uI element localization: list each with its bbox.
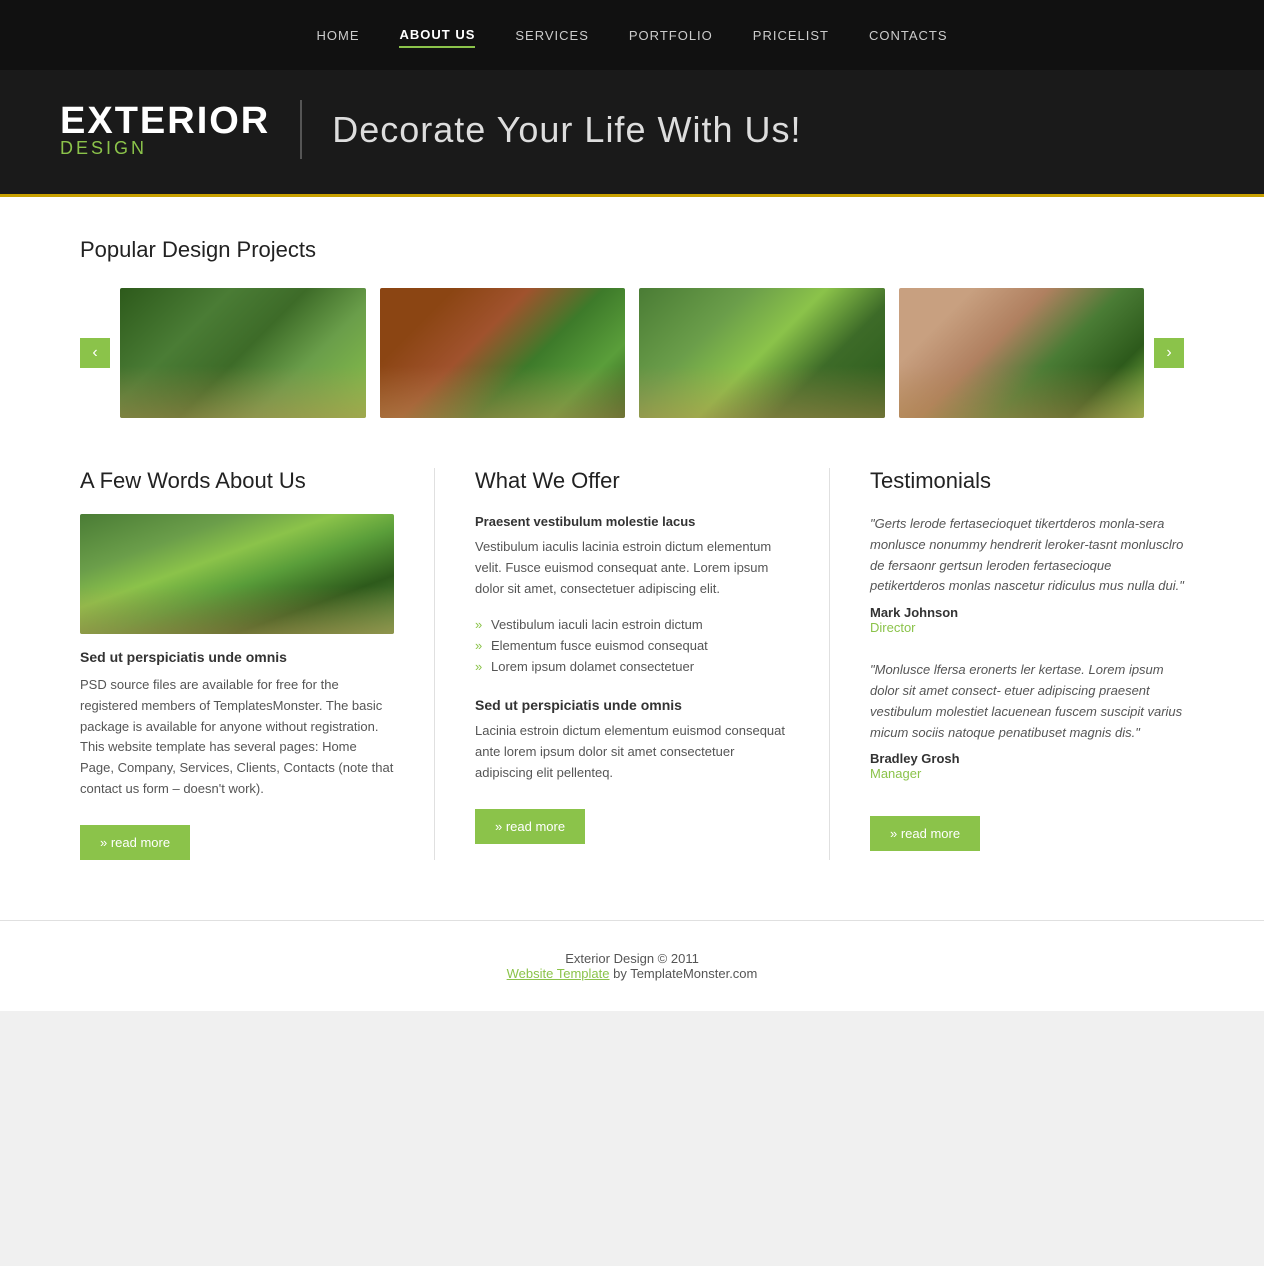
testimonials-column: Testimonials "Gerts lerode fertasecioque…: [870, 468, 1184, 851]
about-text: PSD source files are available for free …: [80, 675, 394, 800]
about-column: A Few Words About Us Sed ut perspiciatis…: [80, 468, 394, 860]
offer-body1: Vestibulum iaculis lacinia estroin dictu…: [475, 537, 789, 599]
project-image-3[interactable]: [639, 288, 885, 418]
about-read-more-button[interactable]: » read more: [80, 825, 190, 860]
footer-suffix: by TemplateMonster.com: [609, 966, 757, 981]
divider-1: [434, 468, 435, 860]
offer-list-item-3: Lorem ipsum dolamet consectetuer: [475, 656, 789, 677]
footer-copyright: Exterior Design © 2011: [30, 951, 1234, 966]
offer-title: What We Offer: [475, 468, 789, 494]
offer-list: Vestibulum iaculi lacin estroin dictum E…: [475, 614, 789, 677]
offer-column: What We Offer Praesent vestibulum molest…: [475, 468, 789, 844]
nav-portfolio[interactable]: PORTFOLIO: [629, 24, 713, 47]
offer-headline2: Sed ut perspiciatis unde omnis: [475, 697, 789, 713]
testimonial-1-role: Director: [870, 620, 1184, 635]
main-navigation: HOME ABOUT US SERVICES PORTFOLIO PRICELI…: [0, 0, 1264, 70]
carousel-prev-button[interactable]: ‹: [80, 338, 110, 368]
carousel-next-button[interactable]: ›: [1154, 338, 1184, 368]
offer-body2: Lacinia estroin dictum elementum euismod…: [475, 721, 789, 783]
nav-about[interactable]: ABOUT US: [399, 23, 475, 48]
footer: Exterior Design © 2011 Website Template …: [0, 920, 1264, 1011]
testimonial-1-text: "Gerts lerode fertasecioquet tikertderos…: [870, 514, 1184, 597]
projects-carousel: ‹ ›: [80, 288, 1184, 418]
testimonials-title: Testimonials: [870, 468, 1184, 494]
project-image-4[interactable]: [899, 288, 1145, 418]
footer-template-link[interactable]: Website Template: [507, 966, 610, 981]
three-columns: A Few Words About Us Sed ut perspiciatis…: [80, 468, 1184, 860]
testimonial-2: "Monlusce lfersa eronerts ler kertase. L…: [870, 660, 1184, 781]
offer-headline1: Praesent vestibulum molestie lacus: [475, 514, 789, 529]
project-image-2[interactable]: [380, 288, 626, 418]
brand-block: EXTERIOR DESIGN: [60, 100, 302, 159]
testimonial-2-role: Manager: [870, 766, 1184, 781]
brand-name: EXTERIOR: [60, 100, 270, 143]
testimonial-2-text: "Monlusce lfersa eronerts ler kertase. L…: [870, 660, 1184, 743]
main-content: Popular Design Projects ‹ › A Few Words …: [0, 197, 1264, 920]
offer-list-item-1: Vestibulum iaculi lacin estroin dictum: [475, 614, 789, 635]
hero-tagline: Decorate Your Life With Us!: [332, 109, 801, 151]
testimonial-1: "Gerts lerode fertasecioquet tikertderos…: [870, 514, 1184, 635]
offer-read-more-button[interactable]: » read more: [475, 809, 585, 844]
divider-2: [829, 468, 830, 860]
project-image-1[interactable]: [120, 288, 366, 418]
offer-list-item-2: Elementum fusce euismod consequat: [475, 635, 789, 656]
nav-pricelist[interactable]: PRICELIST: [753, 24, 829, 47]
nav-home[interactable]: HOME: [316, 24, 359, 47]
projects-title: Popular Design Projects: [80, 237, 1184, 263]
testimonial-1-name: Mark Johnson: [870, 605, 1184, 620]
testimonials-read-more-button[interactable]: » read more: [870, 816, 980, 851]
nav-services[interactable]: SERVICES: [515, 24, 589, 47]
hero-section: EXTERIOR DESIGN Decorate Your Life With …: [0, 70, 1264, 197]
about-image: [80, 514, 394, 634]
footer-template: Website Template by TemplateMonster.com: [30, 966, 1234, 981]
testimonial-2-name: Bradley Grosh: [870, 751, 1184, 766]
about-title: A Few Words About Us: [80, 468, 394, 494]
carousel-images: [120, 288, 1144, 418]
brand-sub: DESIGN: [60, 138, 147, 159]
about-subtitle: Sed ut perspiciatis unde omnis: [80, 649, 394, 665]
nav-contacts[interactable]: CONTACTS: [869, 24, 948, 47]
